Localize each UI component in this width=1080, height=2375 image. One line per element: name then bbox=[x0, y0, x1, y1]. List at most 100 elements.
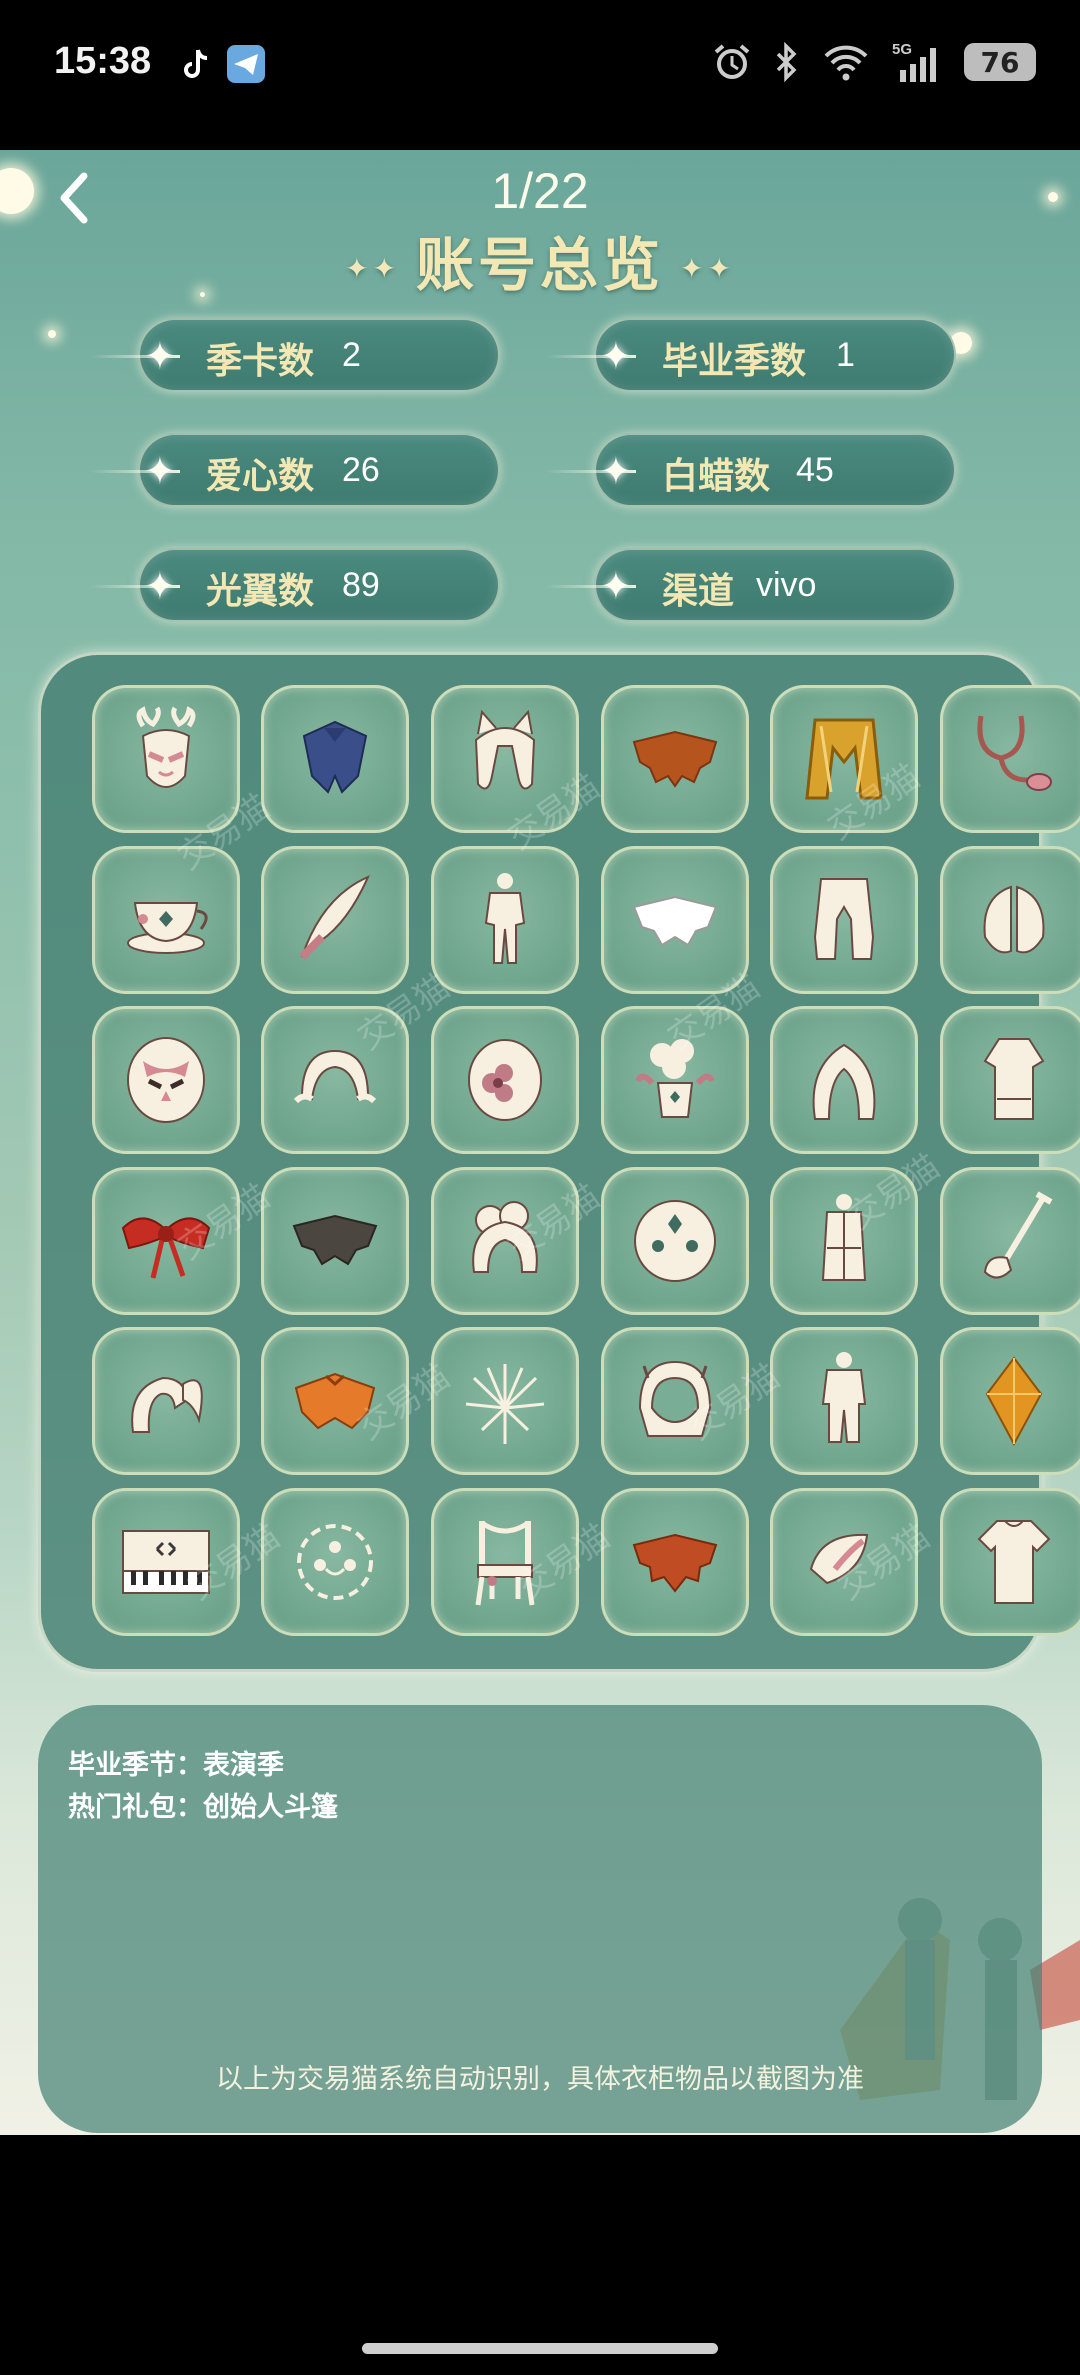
telegram-icon bbox=[227, 45, 265, 83]
ponytail-hair-icon bbox=[130, 1376, 203, 1433]
graduation-season-value: 表演季 bbox=[203, 1750, 284, 1781]
shovel-icon bbox=[983, 1190, 1053, 1278]
flower-mask-icon bbox=[468, 1039, 542, 1121]
inventory-item-feather[interactable] bbox=[261, 845, 410, 994]
info-panel: 毕业季节：表演季 热门礼包：创始人斗篷 以上为交易猫系统自动识别，具体衣柜物品以… bbox=[38, 1705, 1042, 2133]
sparkle-icon: ✦ bbox=[144, 564, 176, 608]
stat-white-candles: ✦ 白蜡数 45 bbox=[546, 433, 956, 507]
white-cape-icon bbox=[632, 895, 717, 946]
sparkle-icon: ✦ bbox=[600, 449, 632, 493]
sparkle-icon: ✦✦ bbox=[680, 252, 735, 286]
sparkle-icon: ✦✦ bbox=[345, 252, 400, 286]
status-right-icons: 5G 76 bbox=[712, 40, 1036, 84]
sparkle-icon: ✦ bbox=[144, 449, 176, 493]
page-title-row: ✦✦ 账号总览 ✦✦ bbox=[0, 218, 1080, 302]
popular-pack-value: 创始人斗篷 bbox=[203, 1792, 338, 1823]
home-indicator[interactable] bbox=[362, 2343, 718, 2354]
inventory-panel: 交易猫 交易猫 交易猫 交易猫 交易猫 交易猫 交易猫 交易猫 交易猫 交易猫 … bbox=[38, 652, 1080, 1672]
inventory-item-amber-crystal[interactable] bbox=[939, 1327, 1080, 1475]
inventory-item-stethoscope[interactable] bbox=[939, 685, 1080, 833]
hood-icon bbox=[638, 1360, 711, 1437]
stat-value: 89 bbox=[342, 566, 380, 604]
inventory-item-orange-cape-bow[interactable] bbox=[261, 1327, 410, 1475]
stat-channel: ✦ 渠道 vivo bbox=[546, 548, 956, 622]
star bbox=[48, 330, 56, 338]
inventory-item-shirt[interactable] bbox=[939, 1487, 1080, 1636]
disclaimer-text: 以上为交易猫系统自动识别，具体衣柜物品以截图为准 bbox=[216, 2064, 864, 2095]
bluetooth-icon bbox=[776, 42, 797, 82]
stat-value: 2 bbox=[342, 336, 361, 374]
stat-graduated-seasons: ✦ 毕业季数 1 bbox=[546, 318, 956, 392]
inventory-item-ponytail-hair[interactable] bbox=[91, 1327, 240, 1475]
stat-value: 26 bbox=[342, 451, 380, 489]
popular-pack-row: 热门礼包：创始人斗篷 bbox=[68, 1785, 338, 1824]
inventory-item-petal[interactable] bbox=[770, 1487, 919, 1636]
petal-icon bbox=[810, 1533, 869, 1584]
orange-cape-icon bbox=[632, 730, 717, 788]
inventory-item-flower-mask[interactable] bbox=[431, 1006, 579, 1154]
stethoscope-icon bbox=[977, 715, 1052, 791]
svg-text:5G: 5G bbox=[892, 41, 912, 58]
inventory-item-coat[interactable] bbox=[770, 1166, 919, 1315]
stat-winged-light: ✦ 光翼数 89 bbox=[90, 548, 500, 622]
robe-icon bbox=[983, 1038, 1045, 1120]
tiktok-icon bbox=[184, 49, 208, 78]
inventory-item-orange-cape[interactable] bbox=[600, 685, 749, 833]
inventory-item-blue-cape[interactable] bbox=[261, 685, 410, 833]
stat-label: 光翼数 bbox=[206, 571, 315, 612]
stat-label: 毕业季数 bbox=[662, 341, 807, 382]
inventory-item-outfit[interactable] bbox=[431, 845, 579, 994]
red-maple-cape-icon bbox=[632, 1533, 717, 1593]
inventory-item-flower-pot[interactable] bbox=[600, 1006, 749, 1154]
inventory-item-shovel[interactable] bbox=[939, 1166, 1080, 1315]
sparkle-icon: ✦ bbox=[144, 334, 176, 378]
inventory-item-red-bow[interactable] bbox=[91, 1166, 240, 1315]
wifi-icon bbox=[824, 45, 868, 81]
inventory-item-owl-mask[interactable] bbox=[91, 1006, 240, 1154]
feather-icon bbox=[299, 874, 371, 960]
owl-mask-icon bbox=[126, 1037, 205, 1123]
inventory-item-circle-emote[interactable] bbox=[261, 1487, 410, 1636]
inventory-item-horn-hair[interactable] bbox=[431, 685, 579, 833]
inventory-item-chair[interactable] bbox=[431, 1487, 579, 1636]
inventory-item-robe[interactable] bbox=[939, 1006, 1080, 1154]
orange-cape-bow-icon bbox=[295, 1372, 376, 1430]
inventory-item-wing-cape[interactable] bbox=[939, 845, 1080, 994]
inventory-item-curly-hair[interactable] bbox=[431, 1166, 579, 1315]
inventory-item-white-cape[interactable] bbox=[600, 845, 749, 994]
cellular-5g-icon: 5G bbox=[892, 41, 936, 82]
inventory-item-piano[interactable] bbox=[91, 1487, 240, 1636]
horn-hair-icon bbox=[474, 709, 536, 790]
stat-value: 1 bbox=[836, 336, 855, 374]
stat-season-pass: ✦ 季卡数 2 bbox=[90, 318, 500, 392]
inventory-item-red-maple-cape[interactable] bbox=[600, 1487, 749, 1636]
alarm-icon bbox=[714, 44, 750, 79]
graduation-season-row: 毕业季节：表演季 bbox=[68, 1743, 284, 1782]
firework-icon bbox=[465, 1364, 545, 1444]
status-bar: 15:38 5G 76 bbox=[0, 0, 1080, 150]
inventory-item-pants[interactable] bbox=[770, 845, 919, 994]
wing-cape-icon bbox=[983, 885, 1045, 953]
stat-label: 渠道 bbox=[662, 571, 735, 612]
teacup-icon bbox=[126, 901, 208, 954]
inventory-item-round-mask[interactable] bbox=[600, 1166, 749, 1315]
bun-hair-icon bbox=[294, 1049, 377, 1104]
inventory-item-antler-mask[interactable] bbox=[91, 685, 240, 833]
inventory-item-golden-cape[interactable] bbox=[770, 685, 919, 833]
inventory-item-dark-cape[interactable] bbox=[261, 1166, 410, 1315]
inventory-item-bun-hair[interactable] bbox=[261, 1006, 410, 1154]
flower-pot-icon bbox=[634, 1039, 715, 1118]
inventory-item-hood[interactable] bbox=[600, 1327, 749, 1475]
page-title: 账号总览 bbox=[415, 231, 664, 299]
stat-label: 爱心数 bbox=[206, 456, 315, 497]
inventory-item-firework[interactable] bbox=[431, 1327, 579, 1475]
inventory-item-teacup[interactable] bbox=[91, 845, 240, 994]
outfit-icon bbox=[484, 872, 526, 964]
page-counter: 1/22 bbox=[491, 163, 589, 219]
shirt-icon bbox=[977, 1519, 1051, 1604]
account-overview-screen: 1/22 ✦✦ 账号总览 ✦✦ ✦ 季卡数 2 ✦ 毕业季数 1 ✦ 爱心数 26 … bbox=[0, 150, 1080, 2135]
inventory-item-long-hair[interactable] bbox=[770, 1006, 919, 1154]
sparkle-icon: ✦ bbox=[600, 334, 632, 378]
coat-icon bbox=[822, 1193, 867, 1281]
inventory-item-suit[interactable] bbox=[770, 1327, 919, 1475]
